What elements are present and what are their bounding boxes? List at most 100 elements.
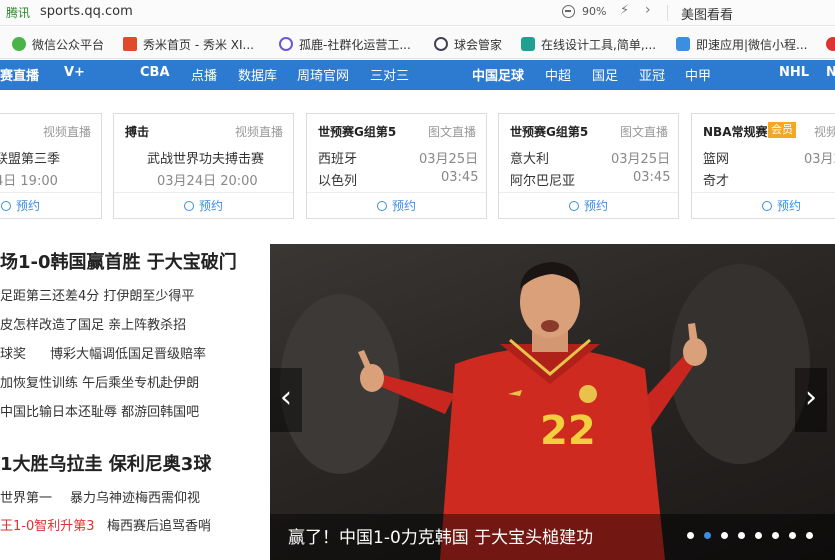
carousel-dot[interactable] [687, 532, 694, 539]
clock-icon [762, 201, 772, 211]
news-link[interactable]: 梅西赛后追骂香哨 [107, 515, 211, 534]
wechat-icon [12, 37, 26, 51]
card-type: 图文直播 [427, 125, 476, 139]
nav-item[interactable]: 国足 [592, 65, 618, 84]
clock-icon [569, 201, 579, 211]
match-time: 03:45 [633, 170, 671, 185]
card-type: 图文直播 [619, 125, 668, 139]
site-badge: 腾讯 [6, 6, 31, 20]
zoom-level[interactable]: 90% [582, 5, 606, 18]
card-time: 03月24日 20:00 [157, 174, 258, 189]
card-type: 视频直播 [42, 125, 91, 139]
clock-icon [184, 201, 194, 211]
divider [667, 5, 668, 21]
reserve-button[interactable]: 预约 [377, 197, 416, 214]
reserve-button[interactable]: 预约 [1, 197, 40, 214]
match-time: 03:45 [441, 170, 479, 185]
reserve-label: 预约 [392, 199, 417, 213]
carousel-dot[interactable] [789, 532, 796, 539]
carousel-dot[interactable] [721, 532, 728, 539]
more-bookmark-icon [826, 37, 835, 51]
vip-badge: 会员 [768, 122, 796, 138]
nav-item[interactable]: V+ [64, 65, 85, 80]
nav-item[interactable]: CBA [140, 65, 170, 80]
jersey-number: 22 [540, 408, 596, 454]
bookmark-label: 秀米首页 - 秀米 XI... [143, 38, 254, 52]
search-engine-label[interactable]: 美图看看 [681, 4, 733, 23]
news-link[interactable]: 足距第三还差4分 打伊朗至少得平 [0, 285, 194, 304]
divider [114, 192, 293, 193]
design-icon [521, 37, 535, 51]
match-card[interactable]: 世预赛G组第5 图文直播 西班牙 以色列 03月25日 03:45 预约 [306, 113, 487, 219]
carousel-dot-active[interactable] [704, 532, 711, 539]
card-event: 武战世界功夫搏击赛 [147, 152, 265, 167]
gulu-icon [279, 37, 293, 51]
carousel-dot[interactable] [755, 532, 762, 539]
card-title: 搏击 [125, 125, 150, 139]
bookmarks-bar: 微信公众平台 秀米首页 - 秀米 XI... 孤鹿-社群化运营工... 球会管家… [0, 27, 835, 59]
reserve-button[interactable]: 预约 [762, 197, 801, 214]
news-link[interactable]: 加恢复性训练 午后乘坐专机赴伊朗 [0, 372, 199, 391]
news-headline[interactable]: 场1-0韩国赢首胜 于大宝破门 [0, 248, 237, 274]
carousel-caption[interactable]: 赢了！中国1-0力克韩国 于大宝头槌建功 [288, 523, 593, 548]
news-link[interactable]: 博彩大幅调低国足晋级赔率 [50, 343, 206, 362]
nav-item[interactable]: NHL [779, 65, 809, 80]
card-time: 4日 19:00 [0, 174, 58, 189]
team-home: 篮网 [703, 152, 730, 167]
team-away: 以色列 [318, 174, 358, 189]
reserve-label: 预约 [199, 199, 224, 213]
zoom-out-icon[interactable] [562, 5, 575, 18]
nav-item[interactable]: 中超 [545, 65, 571, 84]
bookmark-label: 在线设计工具,简单,... [541, 38, 657, 52]
carousel-dot[interactable] [772, 532, 779, 539]
news-link[interactable]: 中国比输日本还耻辱 都游回韩国吧 [0, 401, 199, 420]
divider [307, 192, 486, 193]
card-title: 世预赛G组第5 [510, 125, 589, 139]
nav-item[interactable]: N [826, 65, 835, 80]
lightning-icon[interactable]: ⚡ [620, 3, 629, 18]
match-card[interactable]: 世预赛G组第5 图文直播 意大利 阿尔巴尼亚 03月25日 03:45 预约 [498, 113, 679, 219]
xiumi-icon [123, 37, 137, 51]
bookmark-label: 即速应用|微信小程... [696, 38, 808, 52]
nav-item[interactable]: 亚冠 [639, 65, 665, 84]
match-card[interactable]: 搏击 视频直播 武战世界功夫搏击赛 03月24日 20:00 预约 [113, 113, 294, 219]
card-title: 世预赛G组第5 [318, 125, 397, 139]
bookmark-label: 孤鹿-社群化运营工... [299, 38, 411, 52]
nav-item[interactable]: 中甲 [685, 65, 711, 84]
card-type: 视频 [813, 125, 835, 139]
team-home: 西班牙 [318, 152, 358, 167]
news-link[interactable]: 世界第一 [0, 487, 52, 506]
reserve-label: 预约 [16, 199, 41, 213]
url-text[interactable]: sports.qq.com [40, 4, 133, 19]
nav-item[interactable]: 赛直播 [0, 65, 39, 84]
news-link[interactable]: 王1-0智利升第3 [0, 515, 95, 534]
photo-carousel[interactable]: 22 ‹ › 赢了！中国1-0力克韩国 于大宝头槌建功 [270, 244, 835, 560]
nav-item[interactable]: 中国足球 [472, 65, 524, 84]
news-link[interactable]: 球奖 [0, 343, 26, 362]
reserve-button[interactable]: 预约 [569, 197, 608, 214]
chevron-right-icon[interactable]: › [645, 2, 651, 18]
nav-item[interactable]: 数据库 [238, 65, 277, 84]
reserve-button[interactable]: 预约 [184, 197, 223, 214]
address-bar[interactable]: 腾讯 sports.qq.com 90% ⚡ › 美图看看 [0, 0, 835, 26]
sports-nav: 赛直播 V+ CBA 点播 数据库 周琦官网 三对三 中国足球 中超 国足 亚冠… [0, 60, 835, 90]
bookmark-label: 球会管家 [454, 38, 503, 52]
match-card[interactable]: 视频直播 联盟第三季 4日 19:00 预约 [0, 113, 102, 219]
news-link[interactable]: 暴力乌神迹梅西需仰视 [70, 487, 200, 506]
reserve-label: 预约 [584, 199, 609, 213]
card-type: 视频直播 [234, 125, 283, 139]
divider [0, 192, 101, 193]
news-headline[interactable]: 1大胜乌拉圭 保利尼奥3球 [0, 450, 211, 476]
nav-item[interactable]: 三对三 [370, 65, 409, 84]
card-event: 联盟第三季 [0, 152, 61, 167]
carousel-dot[interactable] [806, 532, 813, 539]
carousel-dot[interactable] [738, 532, 745, 539]
match-card[interactable]: NBA常规赛 会员 视频 篮网 奇才 03月2 预约 [691, 113, 835, 219]
carousel-next-button[interactable]: › [795, 368, 827, 432]
carousel-prev-button[interactable]: ‹ [270, 368, 302, 432]
player-photo: 22 [280, 262, 810, 560]
nav-item[interactable]: 点播 [191, 65, 217, 84]
app-icon [676, 37, 690, 51]
nav-item[interactable]: 周琦官网 [297, 65, 349, 84]
news-link[interactable]: 皮怎样改造了国足 亲上阵教杀招 [0, 314, 186, 333]
